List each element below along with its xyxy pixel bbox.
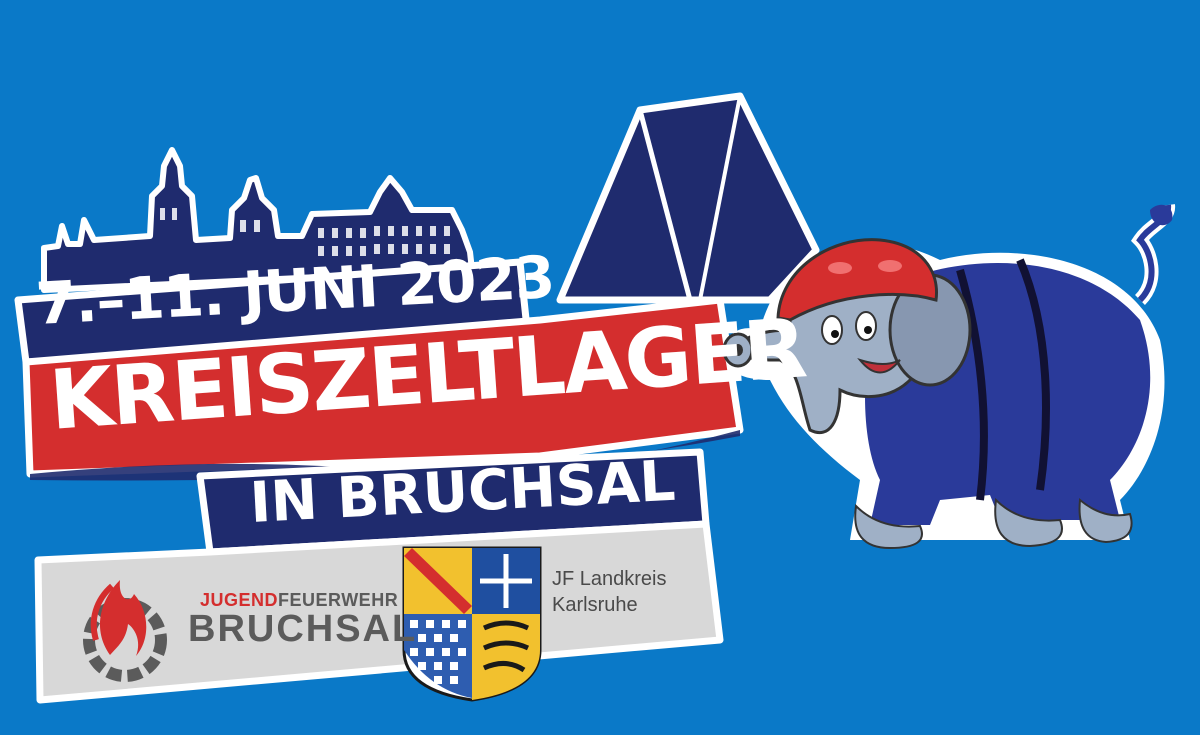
jugendfeuerwehr-prefix: JUGEND (200, 590, 279, 610)
jf-landkreis-line2: Karlsruhe (552, 594, 638, 616)
tent-icon (556, 92, 820, 304)
jugendfeuerwehr-city: BRUCHSAL (188, 608, 418, 650)
jugendfeuerwehr-suffix: FEUERWEHR (278, 590, 399, 610)
coat-of-arms-icon (402, 546, 542, 702)
jf-landkreis-line1: JF Landkreis (552, 568, 667, 590)
jf-landkreis-label: JF Landkreis Karlsruhe (552, 566, 712, 618)
poster: 7.–11. JUNI 2023 KREISZELTLAGER IN BRUCH… (0, 0, 1200, 731)
